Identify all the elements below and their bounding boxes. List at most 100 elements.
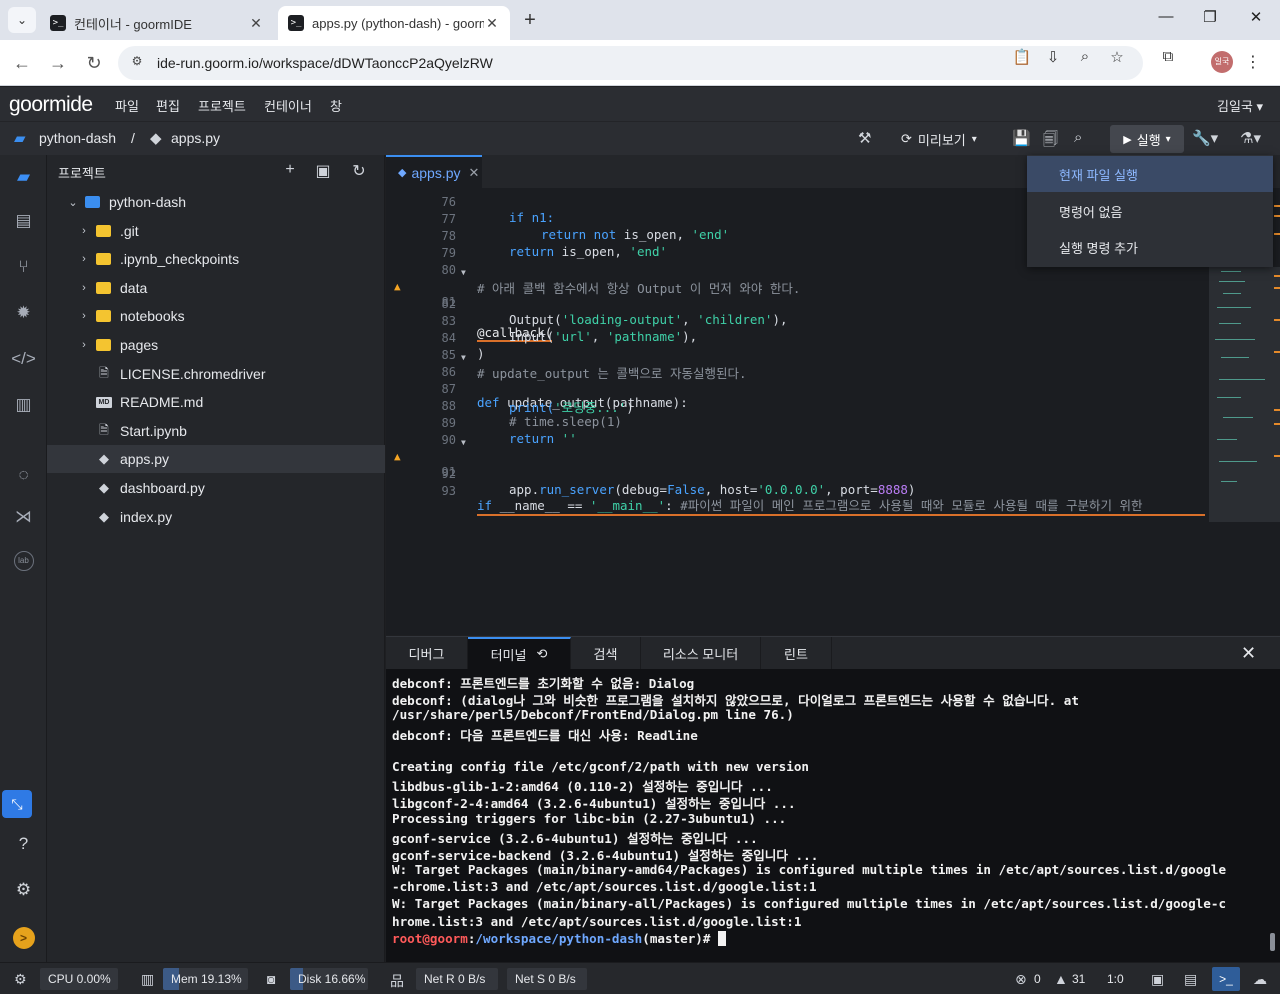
memory-usage[interactable]: Mem 19.13% [163,968,248,990]
fullscreen-icon[interactable]: ⤡ [2,790,32,818]
zoom-icon[interactable]: ⌕ [1075,48,1095,66]
debug-bug-icon[interactable]: ✹ [0,293,47,333]
wrench-icon[interactable]: 🔧▾ [1192,129,1218,147]
new-tab-button[interactable]: + [518,9,542,32]
omnibox[interactable]: ⚙ ide-run.goorm.io/workspace/dDWTaonccP2… [118,46,1143,80]
browser-tab-containers[interactable]: >_ 컨테이너 - goormIDE ✕ [40,6,274,40]
tree-folder[interactable]: › data [47,274,385,302]
tree-root-folder[interactable]: ⌄ python-dash [47,188,385,216]
close-tab-icon[interactable]: ✕ [248,15,264,32]
chevron-down-icon: ⌄ [68,196,78,209]
browser-menu-icon[interactable]: ⋮ [1245,52,1261,72]
tree-folder[interactable]: › .ipynb_checkpoints [47,245,385,273]
cpu-usage[interactable]: CPU 0.00% [40,968,118,990]
menu-project[interactable]: 프로젝트 [198,96,246,115]
menu-edit[interactable]: 편집 [156,96,180,115]
tree-folder[interactable]: › pages [47,331,385,359]
editor-tab-apps[interactable]: ◆ apps.py ✕ [386,155,482,188]
settings-gear-icon[interactable]: ⚙ [0,870,47,910]
python-icon: ◆ [398,167,407,179]
outline-icon[interactable]: ▤ [0,201,47,241]
tree-file[interactable]: ◆ index.py [47,503,385,531]
fold-arrow-icon[interactable]: ▼ [461,268,466,277]
error-icon[interactable]: ⊗ [1015,971,1027,988]
save-icon[interactable]: 💾 [1012,129,1031,147]
git-branch-icon[interactable]: ⑂ [0,247,47,287]
close-panel-icon[interactable]: ✕ [1241,643,1256,664]
breadcrumb-file[interactable]: apps.py [171,130,220,146]
tree-file[interactable]: ◆ dashboard.py [47,474,385,502]
fold-arrow-icon[interactable]: ▼ [461,353,466,362]
tab-search[interactable]: 검색 [571,637,641,669]
disk-usage[interactable]: Disk 16.66% [290,968,368,990]
fold-arrow-icon[interactable]: ▼ [461,438,466,447]
tree-file[interactable]: 🗎 LICENSE.chromedriver [47,360,385,388]
extensions-icon[interactable]: ⧉ [1158,48,1178,66]
menu-window[interactable]: 창 [330,96,342,115]
preview-button[interactable]: ⟳ 미리보기 ▾ [901,126,977,152]
terminal-scrollbar[interactable] [1270,933,1275,951]
add-run-command-item[interactable]: 실행 명령 추가 [1027,229,1273,265]
restore-icon[interactable]: ❐ [1190,8,1230,26]
tree-file[interactable]: 🗎 Start.ipynb [47,417,385,445]
jupyter-icon[interactable]: ◌ [0,455,47,495]
tree-file-selected[interactable]: ◆ apps.py [47,445,385,473]
breadcrumb-project[interactable]: python-dash [39,130,116,146]
project-explorer-icon[interactable]: ▰ [0,157,47,197]
warning-count[interactable]: 31 [1072,972,1085,986]
error-count[interactable]: 0 [1034,972,1041,986]
forward-icon[interactable]: → [46,51,70,75]
back-icon[interactable]: ← [10,51,34,75]
user-menu[interactable]: 김일국 ▾ [1217,96,1263,115]
library-icon[interactable]: ▥ [0,385,47,425]
tree-folder[interactable]: › .git [47,217,385,245]
goorm-coin-icon[interactable]: > [0,918,47,958]
cloud-icon[interactable]: ☁ [1253,971,1267,988]
flask-icon[interactable]: ⚗▾ [1240,129,1261,147]
terminal[interactable]: debconf: 프론트엔드를 초기화할 수 없음: Dialog debcon… [392,673,1272,959]
close-tab-icon[interactable]: ✕ [469,165,480,181]
save-all-icon[interactable]: 🗐 [1043,129,1058,154]
search-icon[interactable]: ⌕ [1074,129,1082,146]
tab-resource-monitor[interactable]: 리소스 모니터 [641,637,761,669]
menu-file[interactable]: 파일 [115,96,139,115]
warning-icon[interactable]: ▲ [1054,971,1068,987]
refresh-icon[interactable]: ⟲ [536,646,547,662]
url-text[interactable]: ide-run.goorm.io/workspace/dDWTaonccP2aQ… [157,55,493,71]
add-icon[interactable]: + [280,161,300,179]
layout-icon[interactable]: ▣ [1151,971,1164,988]
net-receive[interactable]: Net R 0 B/s [416,968,498,990]
run-current-file-item[interactable]: 현재 파일 실행 [1027,156,1273,192]
collapse-all-icon[interactable]: ▣ [313,161,333,181]
no-command-item[interactable]: 명령어 없음 [1027,193,1273,229]
chat-icon[interactable]: ▤ [1184,971,1197,988]
help-icon[interactable]: ? [0,824,47,864]
vscode-icon[interactable]: ⋊ [0,497,47,537]
close-window-icon[interactable]: ✕ [1236,8,1276,26]
code-icon[interactable]: </> [0,339,47,379]
cursor-position[interactable]: 1:0 [1107,972,1124,986]
jupyterlab-icon[interactable]: lab [0,541,47,581]
tab-terminal[interactable]: 터미널 ⟲ [468,637,571,669]
close-tab-icon[interactable]: ✕ [484,15,500,32]
refresh-icon[interactable]: ↻ [349,161,369,181]
net-send[interactable]: Net S 0 B/s [507,968,587,990]
install-app-icon[interactable]: ⇩ [1043,48,1063,66]
reload-icon[interactable]: ↻ [82,51,106,75]
browser-tab-apps[interactable]: >_ apps.py (python-dash) - goorm ✕ [278,6,510,40]
minimap[interactable] [1209,267,1280,522]
tree-file[interactable]: MD README.md [47,388,385,416]
minimize-icon[interactable]: — [1146,8,1186,25]
tab-search-button[interactable]: ⌄ [8,7,36,33]
site-info-icon[interactable]: ⚙ [128,54,146,72]
run-button[interactable]: ▶ 실행 ▾ [1110,125,1184,153]
terminal-toggle-icon[interactable]: >_ [1212,967,1240,991]
profile-avatar[interactable]: 일국 [1211,51,1233,73]
menu-container[interactable]: 컨테이너 [264,96,312,115]
clipboard-icon[interactable]: 📋 [1012,48,1032,66]
bookmark-star-icon[interactable]: ☆ [1107,48,1127,66]
tab-lint[interactable]: 린트 [761,637,832,669]
build-icon[interactable]: ⚒ [858,129,871,147]
tree-folder[interactable]: › notebooks [47,302,385,330]
tab-debug[interactable]: 디버그 [386,637,468,669]
